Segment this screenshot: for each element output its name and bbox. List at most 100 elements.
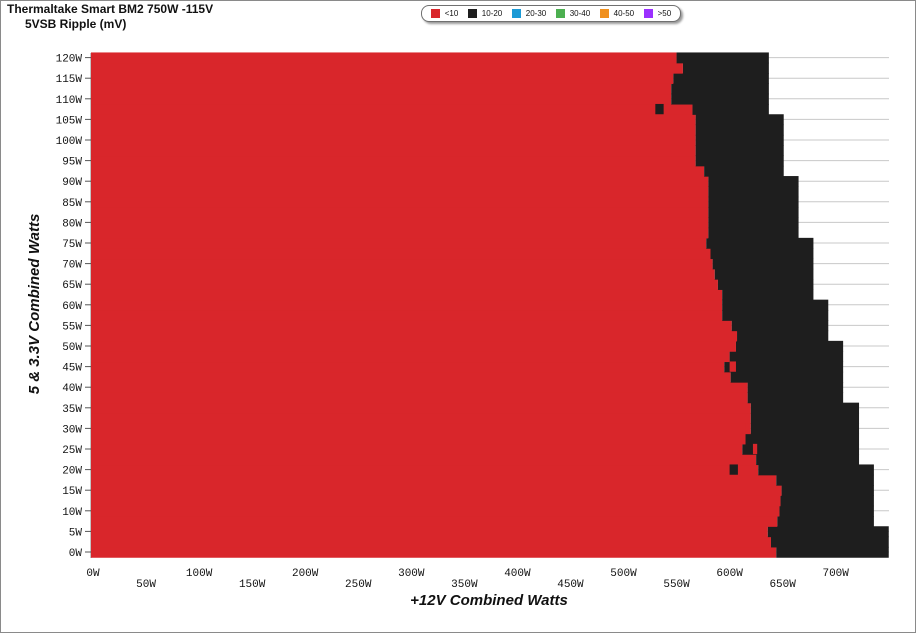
heatmap-cell bbox=[91, 371, 731, 383]
heatmap-cell bbox=[91, 392, 748, 404]
heatmap-cell bbox=[91, 402, 751, 414]
heatmap-cell bbox=[91, 155, 696, 167]
heatmap-cell bbox=[750, 423, 860, 435]
heatmap-cell bbox=[752, 443, 758, 455]
heatmap-cell bbox=[729, 361, 736, 372]
heatmap-cell bbox=[714, 268, 814, 280]
chart-frame: 0W 5W 10W 15W 20W 25W 30W 35W 40W 45W 50W 55W 60W 65W… bbox=[0, 0, 916, 633]
y-tick-label: 0W bbox=[69, 548, 83, 560]
heatmap-cell bbox=[91, 124, 696, 136]
heatmap-cell bbox=[91, 206, 709, 218]
heatmap-cell bbox=[91, 299, 723, 311]
heatmap-cell bbox=[91, 248, 711, 260]
heatmap-cell bbox=[655, 103, 664, 115]
legend-label: 10-20 bbox=[481, 9, 503, 18]
legend-swatch bbox=[643, 9, 653, 18]
y-tick-label: 95W bbox=[62, 157, 82, 169]
heatmap-cell bbox=[722, 309, 829, 321]
legend-item: 30-40 bbox=[555, 9, 591, 18]
y-tick-label: 75W bbox=[62, 239, 82, 251]
heatmap-cell bbox=[682, 62, 769, 74]
heatmap-cell bbox=[706, 237, 814, 249]
x-tick-label: 300W bbox=[398, 568, 425, 580]
heatmap-cell bbox=[737, 330, 829, 342]
heatmap-cell bbox=[91, 217, 709, 229]
heatmap-cell bbox=[722, 299, 829, 311]
legend-swatch bbox=[599, 9, 609, 18]
x-axis-title: +12V Combined Watts bbox=[410, 592, 568, 609]
heatmap-cell bbox=[742, 443, 860, 455]
heatmap-cell bbox=[776, 474, 874, 486]
heatmap-cell bbox=[91, 145, 696, 157]
x-tick-label: 200W bbox=[292, 568, 319, 580]
x-tick-label: 650W bbox=[769, 579, 796, 591]
heatmap-cell bbox=[671, 93, 769, 105]
heatmap-cell bbox=[731, 320, 829, 332]
heatmap-cell bbox=[747, 392, 844, 404]
legend-label: >50 bbox=[657, 9, 672, 18]
legend-swatch bbox=[430, 9, 440, 18]
heatmap-cell bbox=[91, 330, 738, 342]
heatmap-cell bbox=[91, 73, 674, 84]
heatmap-cell bbox=[91, 320, 732, 332]
heatmap-cell bbox=[750, 412, 860, 424]
heatmap-cell bbox=[729, 464, 738, 475]
heatmap-cell bbox=[710, 248, 814, 260]
heatmap-cell bbox=[91, 454, 757, 466]
heatmap-cell bbox=[91, 351, 730, 363]
heatmap-cell bbox=[671, 83, 769, 95]
chart-subtitle: 5VSB Ripple (mV) bbox=[25, 17, 127, 31]
heatmap-cell bbox=[91, 176, 709, 187]
heatmap-cell bbox=[758, 464, 874, 476]
heatmap-cell bbox=[91, 289, 723, 301]
y-tick-label: 60W bbox=[62, 301, 82, 313]
y-tick-label: 50W bbox=[62, 342, 82, 354]
legend-swatch bbox=[467, 9, 477, 18]
legend-label: 20-30 bbox=[525, 9, 547, 18]
heatmap-cell bbox=[91, 196, 709, 208]
y-tick-label: 45W bbox=[62, 363, 82, 375]
heatmap-cell bbox=[708, 176, 799, 187]
x-tick-label: 150W bbox=[239, 579, 266, 591]
heatmap-cell bbox=[767, 526, 889, 538]
legend-swatch bbox=[511, 9, 521, 18]
heatmap-cell bbox=[91, 485, 782, 496]
y-tick-label: 105W bbox=[56, 115, 83, 127]
heatmap-cell bbox=[91, 433, 746, 445]
chart-title: Thermaltake Smart BM2 750W -115V bbox=[7, 2, 214, 16]
heatmap-cell bbox=[91, 382, 748, 393]
heatmap-cell bbox=[676, 52, 769, 64]
heatmap-cell bbox=[708, 196, 799, 208]
x-tick-label: 250W bbox=[345, 579, 372, 591]
y-tick-label: 65W bbox=[62, 280, 82, 292]
heatmap-cell bbox=[91, 361, 725, 373]
heatmap-cells bbox=[91, 52, 889, 558]
y-tick-label: 120W bbox=[56, 54, 83, 66]
heatmap-chart: 0W 5W 10W 15W 20W 25W 30W 35W 40W 45W 50W 55W 60W 65W… bbox=[26, 52, 889, 609]
heatmap-cell bbox=[91, 279, 718, 290]
heatmap-cell bbox=[695, 114, 784, 126]
heatmap-cell bbox=[780, 495, 874, 507]
heatmap-cell bbox=[779, 505, 874, 517]
heatmap-cell bbox=[695, 124, 784, 136]
heatmap-cell bbox=[717, 279, 814, 290]
legend-item: 10-20 bbox=[467, 9, 503, 18]
heatmap-cell bbox=[729, 351, 844, 363]
legend-label: 30-40 bbox=[569, 9, 591, 18]
x-tick-label: 350W bbox=[451, 579, 478, 591]
heatmap-cell bbox=[708, 186, 799, 198]
y-tick-label: 55W bbox=[62, 321, 82, 333]
heatmap-cell bbox=[91, 443, 743, 455]
heatmap-cell bbox=[91, 103, 693, 115]
y-tick-label: 70W bbox=[62, 260, 82, 272]
heatmap-cell bbox=[91, 526, 768, 538]
heatmap-cell bbox=[695, 134, 784, 146]
legend-label: <10 bbox=[444, 9, 459, 18]
x-tick-label: 450W bbox=[557, 579, 584, 591]
heatmap-cell bbox=[91, 546, 777, 558]
heatmap-cell bbox=[91, 258, 713, 270]
heatmap-cell bbox=[770, 536, 889, 548]
heatmap-cell bbox=[91, 423, 751, 435]
heatmap-cell bbox=[91, 165, 705, 177]
heatmap-cell bbox=[91, 464, 759, 476]
